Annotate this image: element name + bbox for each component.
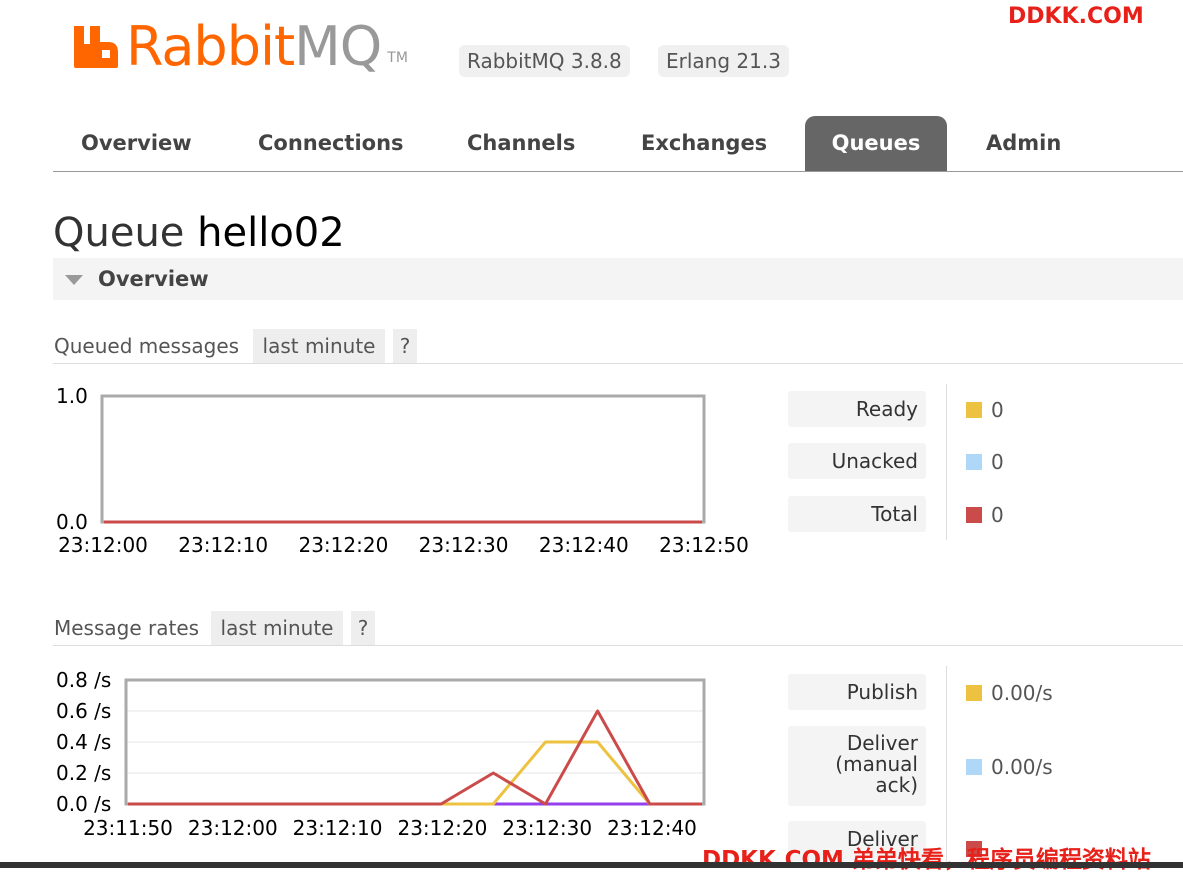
x-tick-label: 23:12:40	[539, 533, 629, 557]
page-title: Queue hello02	[53, 208, 345, 258]
y-tick-label: 1.0	[56, 385, 88, 408]
queued-messages-title: Queued messages	[54, 334, 240, 358]
logo-wordmark: RabbitMQ	[126, 15, 382, 78]
queued-range-selector[interactable]: last minute	[253, 329, 385, 363]
queued-messages-chart: 1.0 0.023:12:00 23:12:10 23:12:20 23:12:30 23…	[56, 385, 749, 557]
legend-divider	[946, 666, 947, 862]
x-tick-label: 23:12:30	[419, 533, 509, 557]
tab-connections[interactable]: Connections	[258, 116, 404, 171]
x-tick-label: 23:12:50	[659, 533, 749, 557]
queued-help-button[interactable]: ?	[393, 329, 417, 363]
legend-label-ready: Ready	[788, 391, 926, 427]
tab-queues[interactable]: Queues	[805, 116, 947, 171]
publish-rate: 0.00/s	[991, 681, 1053, 705]
tab-overview[interactable]: Overview	[81, 116, 192, 171]
message-rates-header: Message rates last minute ?	[53, 611, 1183, 646]
publish-color-swatch	[966, 685, 982, 701]
main-nav-tabs: Overview Connections Channels Exchanges …	[53, 116, 1183, 172]
series-line-2	[128, 709, 702, 806]
rates-range-selector[interactable]: last minute	[211, 611, 343, 645]
x-tick-label: 23:12:00	[58, 533, 148, 557]
legend-label-deliver-manual-ack: Deliver (manual ack)	[788, 726, 926, 806]
x-tick-label: 23:12:10	[293, 816, 383, 840]
y-tick-label: 0.2 /s	[56, 761, 111, 785]
queued-messages-header: Queued messages last minute ?	[53, 329, 1183, 364]
queued-legend: Ready 0 Unacked 0 Total 0	[788, 384, 1088, 542]
rabbitmq-logo[interactable]: RabbitMQ TM	[72, 14, 408, 74]
total-count: 0	[991, 503, 1004, 527]
x-tick-label: 23:11:50	[83, 816, 173, 840]
queue-name: hello02	[197, 210, 345, 256]
x-tick-label: 23:12:20	[397, 816, 487, 840]
tab-channels[interactable]: Channels	[467, 116, 575, 171]
message-rates-title: Message rates	[54, 616, 200, 640]
tab-admin[interactable]: Admin	[986, 116, 1061, 171]
overview-section-toggle[interactable]: Overview	[53, 258, 1183, 300]
x-tick-label: 23:12:20	[298, 533, 388, 557]
total-color-swatch	[966, 507, 982, 523]
deliver-manual-ack-rate: 0.00/s	[991, 755, 1053, 779]
ready-count: 0	[991, 398, 1004, 422]
collapse-triangle-icon	[65, 275, 83, 285]
rabbitmq-version-badge: RabbitMQ 3.8.8	[459, 45, 630, 77]
page-title-prefix: Queue	[53, 210, 185, 256]
rabbit-logo-icon	[74, 26, 118, 68]
legend-label-total: Total	[788, 496, 926, 532]
plot-frame	[100, 394, 706, 524]
y-tick-label: 0.6 /s	[56, 699, 111, 723]
unacked-color-swatch	[966, 454, 982, 470]
x-tick-label: 23:12:10	[178, 533, 268, 557]
tab-exchanges[interactable]: Exchanges	[641, 116, 767, 171]
legend-label-publish: Publish	[788, 674, 926, 710]
y-tick-label: 0.0	[56, 510, 88, 534]
ready-color-swatch	[966, 402, 982, 418]
x-tick-label: 23:12:00	[188, 816, 278, 840]
rates-help-button[interactable]: ?	[351, 611, 375, 645]
message-rates-chart: 0.8 /s 0.6 /s 0.4 /s 0.2 /s 0.0 /s23:11:50 23…	[56, 668, 706, 840]
unacked-count: 0	[991, 450, 1004, 474]
logo-trademark: TM	[387, 50, 408, 66]
bottom-edge-bar	[0, 862, 1183, 868]
x-tick-label: 23:12:40	[607, 816, 697, 840]
rates-legend: Publish 0.00/s Deliver (manual ack) 0.00…	[788, 666, 1088, 862]
legend-divider	[946, 384, 947, 540]
y-tick-label: 0.0 /s	[56, 792, 111, 816]
x-tick-label: 23:12:30	[502, 816, 592, 840]
watermark-top: DDKK.COM	[1008, 4, 1144, 29]
section-title: Overview	[98, 267, 209, 291]
y-tick-label: 0.8 /s	[56, 668, 111, 692]
y-tick-label: 0.4 /s	[56, 730, 111, 754]
erlang-version-badge: Erlang 21.3	[658, 45, 789, 77]
watermark-bottom: DDKK.COM 弟弟快看，程序员编程资料站	[702, 847, 1151, 873]
deliver-manual-ack-color-swatch	[966, 759, 982, 775]
legend-label-unacked: Unacked	[788, 443, 926, 479]
